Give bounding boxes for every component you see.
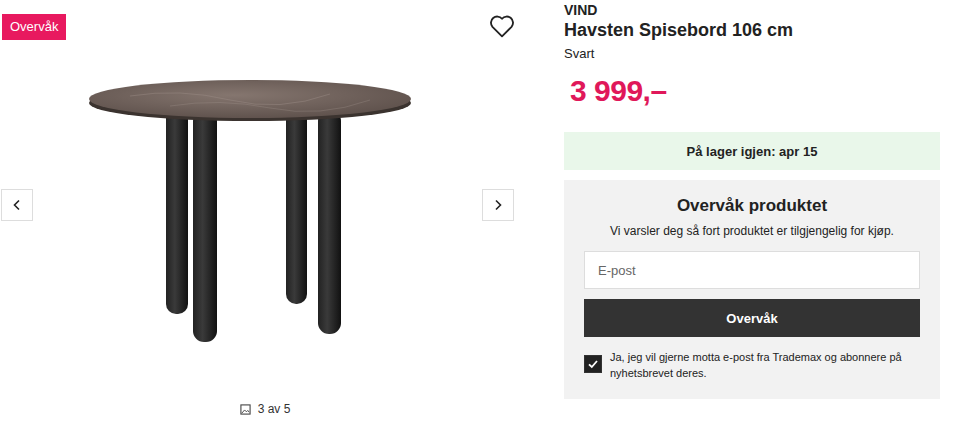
check-icon xyxy=(587,358,599,370)
product-color: Svart xyxy=(564,46,940,62)
favorite-button[interactable] xyxy=(489,14,515,41)
heart-icon xyxy=(489,14,515,38)
newsletter-checkbox[interactable] xyxy=(584,355,602,373)
watch-description: Vi varsler deg så fort produktet er tilg… xyxy=(584,223,920,239)
stock-status: På lager igjen: apr 15 xyxy=(564,132,940,170)
price: 3 999,– xyxy=(564,74,940,108)
image-icon xyxy=(240,404,251,415)
watch-badge: Overvåk xyxy=(2,14,66,40)
brand: VIND xyxy=(564,2,940,18)
chevron-right-icon xyxy=(492,199,504,211)
product-info: VIND Havsten Spisebord 106 cm Svart 3 99… xyxy=(564,0,940,422)
product-image xyxy=(0,0,530,390)
newsletter-label: Ja, jeg vil gjerne motta e-post fra Trad… xyxy=(610,349,920,381)
product-title: Havsten Spisebord 106 cm xyxy=(564,19,940,41)
next-image-button[interactable] xyxy=(482,189,514,221)
watch-button[interactable]: Overvåk xyxy=(584,299,920,337)
image-counter: 3 av 5 xyxy=(240,402,291,416)
email-input[interactable] xyxy=(584,251,920,289)
newsletter-checkbox-row[interactable]: Ja, jeg vil gjerne motta e-post fra Trad… xyxy=(584,349,920,381)
dining-table-icon xyxy=(0,0,530,390)
product-page: Overvåk 3 av 5 VIND Havsten Spisebord 10… xyxy=(0,0,960,422)
chevron-left-icon xyxy=(11,199,23,211)
previous-image-button[interactable] xyxy=(1,189,33,221)
product-gallery: Overvåk 3 av 5 xyxy=(0,0,530,422)
watch-panel: Overvåk produktet Vi varsler deg så fort… xyxy=(564,180,940,399)
watch-title: Overvåk produktet xyxy=(584,196,920,216)
